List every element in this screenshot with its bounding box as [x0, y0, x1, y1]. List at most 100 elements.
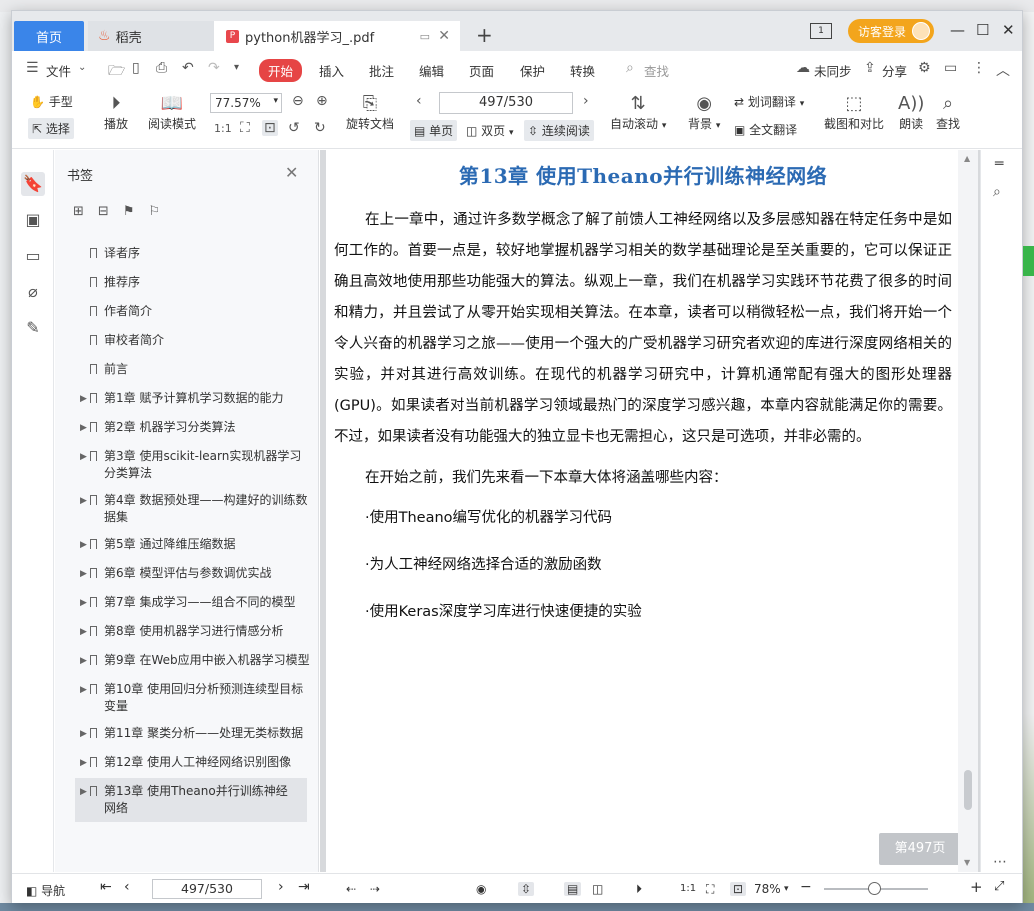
hand-tool-button[interactable]: ✋ 手型: [30, 93, 73, 110]
rotate-right-icon[interactable]: ↻: [314, 120, 326, 136]
fullscreen-icon[interactable]: ⤢: [994, 879, 1004, 894]
scroll-down-icon[interactable]: ▼: [964, 858, 970, 867]
last-page-icon[interactable]: ⇥: [298, 879, 310, 895]
undo-icon[interactable]: ↶: [182, 60, 194, 76]
navigation-button[interactable]: ◧ 导航: [26, 882, 65, 899]
thumbnail-icon[interactable]: ▣: [21, 208, 45, 232]
comment-icon[interactable]: ▭: [21, 244, 45, 268]
redo-icon[interactable]: ↷: [208, 60, 220, 76]
scroll-up-icon[interactable]: ▲: [964, 154, 970, 163]
expand-arrow-icon[interactable]: ▶: [80, 391, 87, 408]
search-doc-icon[interactable]: ⌕: [993, 184, 1001, 200]
chevron-down-icon[interactable]: ⌄: [78, 62, 86, 73]
bookmark-item[interactable]: 译者序: [55, 240, 319, 269]
zoom-percent[interactable]: 78%: [754, 882, 781, 896]
bookmark-item[interactable]: 前言: [55, 356, 319, 385]
expand-arrow-icon[interactable]: ▶: [80, 449, 87, 466]
bookmark-item[interactable]: ▶ 第1章 赋予计算机学习数据的能力: [55, 385, 319, 414]
find-button[interactable]: ⌕ 查找: [936, 93, 960, 132]
bookmark-item[interactable]: ▶ 第13章 使用Theano并行训练神经网络: [75, 778, 307, 822]
single-page-mode-icon[interactable]: ▤: [564, 882, 582, 896]
menu-page[interactable]: 页面: [469, 61, 494, 80]
expand-arrow-icon[interactable]: ▶: [80, 566, 87, 583]
fit-width-icon[interactable]: ⊡: [262, 120, 278, 136]
menu-insert[interactable]: 插入: [319, 61, 344, 80]
expand-arrow-icon[interactable]: ▶: [80, 682, 87, 699]
zoom-in-button[interactable]: +: [970, 878, 983, 896]
fit-width-icon[interactable]: ⊡: [730, 882, 747, 896]
word-translate-button[interactable]: ⇄ 划词翻译 ▾: [734, 93, 804, 110]
double-page-button[interactable]: ◫ 双页 ▾: [466, 122, 514, 139]
previous-page-icon[interactable]: ‹: [124, 879, 130, 895]
zoom-out-button[interactable]: −: [800, 879, 812, 895]
hamburger-menu-icon[interactable]: ☰: [26, 60, 39, 76]
rotate-left-icon[interactable]: ↺: [288, 120, 300, 136]
actual-size-icon[interactable]: 1:1: [680, 883, 696, 894]
bookmark-item[interactable]: ▶ 第9章 在Web应用中嵌入机器学习模型: [55, 647, 319, 676]
bookmark-item[interactable]: ▶ 第7章 集成学习——组合不同的模型: [55, 589, 319, 618]
play-icon[interactable]: ⏵: [636, 882, 642, 897]
customize-toolbar-icon[interactable]: ▾: [234, 62, 239, 73]
feedback-icon[interactable]: ▭: [944, 60, 957, 76]
new-tab-button[interactable]: +: [476, 25, 493, 45]
bookmark-item[interactable]: ▶ 第8章 使用机器学习进行情感分析: [55, 618, 319, 647]
read-mode-button[interactable]: 📖 阅读模式: [148, 93, 196, 132]
actual-size-icon[interactable]: 1:1: [214, 122, 232, 135]
double-page-mode-icon[interactable]: ◫: [592, 882, 603, 896]
bookmark-item[interactable]: ▶ 第2章 机器学习分类算法: [55, 414, 319, 443]
next-page-icon[interactable]: ›: [583, 93, 589, 109]
screenshot-compare-button[interactable]: ⬚ 截图和对比: [824, 93, 884, 132]
settings-gear-icon[interactable]: ⚙: [918, 60, 931, 76]
sync-status[interactable]: 未同步: [814, 61, 852, 80]
open-folder-icon[interactable]: 🗁: [108, 60, 125, 84]
bookmark-item[interactable]: 推荐序: [55, 269, 319, 298]
auto-scroll-button[interactable]: ⇅ 自动滚动 ▾: [610, 93, 666, 132]
collapse-all-icon[interactable]: ⊟: [98, 204, 109, 219]
tab-pdf-document[interactable]: P python机器学习_.pdf ▭ ✕: [214, 21, 460, 51]
tab-close-icon[interactable]: ✕: [438, 28, 450, 44]
bookmark-item[interactable]: ▶ 第10章 使用回归分析预测连续型目标变量: [55, 676, 319, 720]
collapse-ribbon-icon[interactable]: ︿: [996, 60, 1010, 80]
rotate-document-button[interactable]: ⎘ 旋转文档: [346, 93, 394, 132]
play-button[interactable]: ⏵ 播放: [104, 93, 128, 132]
menu-edit[interactable]: 编辑: [419, 61, 444, 80]
close-window-icon[interactable]: ✕: [1002, 21, 1015, 39]
eye-protect-icon[interactable]: ◉: [476, 882, 486, 896]
back-view-icon[interactable]: ⇠: [346, 882, 356, 896]
bookmark-item[interactable]: ▶ 第3章 使用scikit-learn实现机器学习分类算法: [55, 443, 319, 487]
status-page-input[interactable]: 497/530: [152, 879, 262, 899]
continuous-mode-icon[interactable]: ⇳: [518, 882, 535, 896]
tab-home[interactable]: 首页: [14, 21, 84, 51]
zoom-select[interactable]: 77.57% ▾: [210, 93, 282, 113]
previous-page-icon[interactable]: ‹: [416, 93, 422, 109]
zoom-slider-knob[interactable]: [868, 882, 881, 895]
bookmark-item[interactable]: 审校者简介: [55, 327, 319, 356]
bookmark-item[interactable]: ▶ 第11章 聚类分析——处理无类标数据: [55, 720, 319, 749]
tab-docer[interactable]: ♨ 稻壳: [88, 21, 214, 51]
guest-login-button[interactable]: 访客登录: [848, 19, 935, 43]
minimize-icon[interactable]: —: [950, 21, 965, 39]
bookmark-item[interactable]: ▶ 第4章 数据预处理——构建好的训练数据集: [55, 487, 319, 531]
first-page-icon[interactable]: ⇤: [100, 879, 112, 895]
bookmark-item[interactable]: ▶ 第5章 通过降维压缩数据: [55, 531, 319, 560]
continuous-read-button[interactable]: ⇳ 连续阅读: [524, 120, 594, 141]
expand-arrow-icon[interactable]: ▶: [80, 726, 87, 743]
background-button[interactable]: ◉ 背景 ▾: [688, 93, 720, 132]
panel-handle-icon[interactable]: ═: [995, 156, 1003, 172]
menu-start[interactable]: 开始: [259, 59, 303, 82]
print-icon[interactable]: ⎙: [156, 60, 167, 76]
share-button[interactable]: 分享: [882, 61, 907, 80]
expand-arrow-icon[interactable]: ▶: [80, 595, 87, 612]
menu-convert[interactable]: 转换: [570, 61, 595, 80]
select-tool-button[interactable]: ⇱ 选择: [28, 118, 74, 139]
expand-arrow-icon[interactable]: ▶: [80, 493, 87, 510]
expand-arrow-icon[interactable]: ▶: [80, 420, 87, 437]
zoom-out-icon[interactable]: ⊖: [292, 93, 304, 109]
scrollbar-thumb[interactable]: [964, 770, 972, 810]
more-vertical-icon[interactable]: ⋮: [972, 60, 986, 76]
forward-view-icon[interactable]: ⇢: [370, 882, 380, 896]
page-count-icon[interactable]: 1: [810, 23, 832, 39]
save-icon[interactable]: ▯: [132, 60, 140, 76]
expand-arrow-icon[interactable]: ▶: [80, 653, 87, 670]
bookmark-item[interactable]: 作者简介: [55, 298, 319, 327]
